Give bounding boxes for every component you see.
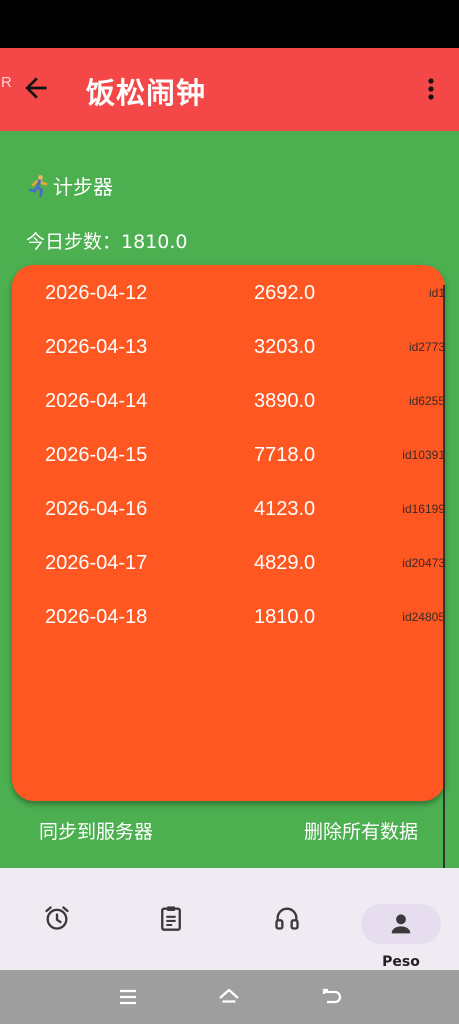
record-steps: 3890.0: [254, 390, 316, 412]
record-row[interactable]: 2026-04-14 3890.0 id6255: [12, 382, 445, 422]
record-steps: 4829.0: [254, 552, 316, 574]
nav-item-alarm[interactable]: [17, 888, 97, 952]
alarm-clock-icon: [45, 906, 69, 930]
record-steps: 2692.0: [254, 282, 316, 304]
nav-label-peso: Peso: [382, 954, 420, 970]
record-date: 2026-04-18: [45, 606, 148, 628]
main-content: 计步器 今日步数：1810.0 2026-04-12 2692.0 id1 20…: [0, 131, 459, 935]
record-date: 2026-04-16: [45, 498, 148, 520]
headphones-icon: [275, 907, 299, 930]
actions-bar: 同步到服务器 删除所有数据: [0, 817, 459, 847]
app-title: 饭松闹钟: [86, 76, 207, 110]
sync-button[interactable]: 同步到服务器: [39, 817, 153, 844]
record-id: id10391: [402, 448, 445, 462]
system-navigation-bar: [0, 970, 459, 1024]
arrow-left-icon[interactable]: [20, 72, 52, 104]
home-icon[interactable]: [217, 985, 241, 1009]
status-bar: [0, 0, 459, 48]
record-steps: 7718.0: [254, 444, 316, 466]
nav-item-records[interactable]: [131, 888, 211, 952]
nav-item-peso[interactable]: Peso: [361, 888, 441, 970]
record-row[interactable]: 2026-04-13 3203.0 id2773: [12, 328, 445, 368]
bottom-navigation: Peso: [0, 868, 459, 970]
person-icon: [391, 914, 411, 934]
records-card[interactable]: 2026-04-12 2692.0 id1 2026-04-13 3203.0 …: [12, 265, 445, 935]
back-icon[interactable]: [320, 985, 344, 1009]
record-id: id1: [428, 286, 445, 300]
runner-icon: [29, 174, 48, 197]
section-title: 计步器: [26, 171, 113, 200]
record-date: 2026-04-12: [45, 282, 148, 304]
today-steps: 今日步数：1810.0: [26, 227, 188, 254]
record-steps: 3203.0: [254, 336, 316, 358]
record-row[interactable]: 2026-04-16 4123.0 id16199: [12, 490, 445, 530]
record-row[interactable]: 2026-04-15 7718.0 id10391: [12, 436, 445, 476]
record-date: 2026-04-13: [45, 336, 148, 358]
nav-item-audio[interactable]: [247, 888, 327, 952]
menu-icon[interactable]: [116, 985, 140, 1009]
record-date: 2026-04-15: [45, 444, 148, 466]
today-steps-value: 1810.0: [121, 231, 188, 253]
record-steps: 1810.0: [254, 606, 316, 628]
app-bar: R 饭松闹钟: [0, 48, 459, 131]
section-title-text: 计步器: [53, 175, 113, 199]
record-row[interactable]: 2026-04-12 2692.0 id1: [12, 274, 445, 314]
corner-mark: R: [1, 74, 12, 91]
record-id: id16199: [402, 502, 445, 516]
delete-all-button[interactable]: 删除所有数据: [304, 817, 418, 844]
record-row[interactable]: 2026-04-18 1810.0 id24805: [12, 598, 445, 638]
record-id: id20473: [402, 556, 445, 570]
record-date: 2026-04-17: [45, 552, 148, 574]
record-id: id24805: [402, 610, 445, 624]
record-row[interactable]: 2026-04-17 4829.0 id20473: [12, 544, 445, 584]
today-steps-label: 今日步数：: [26, 231, 122, 253]
more-vert-icon[interactable]: [420, 76, 442, 102]
record-date: 2026-04-14: [45, 390, 148, 412]
record-id: id2773: [408, 340, 445, 354]
clipboard-icon: [161, 906, 181, 931]
record-steps: 4123.0: [254, 498, 316, 520]
record-id: id6255: [408, 394, 445, 408]
